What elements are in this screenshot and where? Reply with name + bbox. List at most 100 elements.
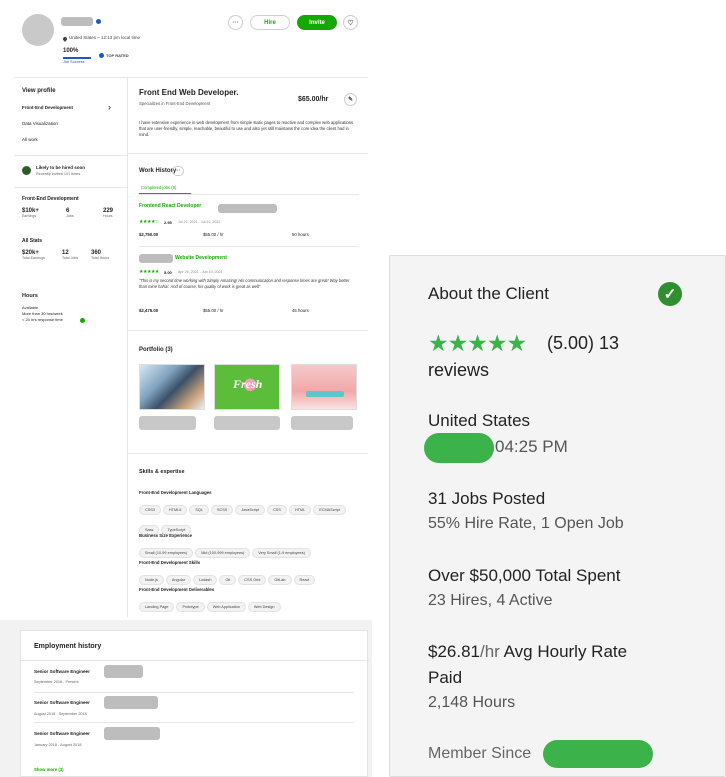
work-history-more-button[interactable]: ···: [172, 166, 184, 176]
employment-dates: September 2018 - Present: [34, 680, 79, 684]
skill-chip[interactable]: ECMAScript: [313, 505, 346, 515]
portfolio-title: Portfolio (3): [139, 347, 173, 353]
portfolio-thumbnail[interactable]: Fresh: [214, 364, 280, 410]
sidebar-item-label: Front-End Development: [22, 105, 74, 110]
tab-divider: [139, 194, 359, 195]
all-stat-hours: 360 Total Hours: [91, 250, 109, 260]
edit-rate-button[interactable]: ✎: [344, 93, 357, 106]
tab-completed-jobs[interactable]: Completed jobs (6): [141, 185, 176, 190]
skill-chip[interactable]: HTML5: [162, 505, 188, 515]
skill-chip[interactable]: CSS: [267, 505, 287, 515]
skill-chip[interactable]: React: [293, 575, 316, 585]
hire-button[interactable]: Hire: [250, 15, 290, 30]
job-rate: $55.00 / hr: [203, 232, 224, 237]
more-options-button[interactable]: ···: [228, 15, 243, 30]
client-member-since-redacted: [543, 740, 653, 768]
skill-chip[interactable]: Git: [219, 575, 237, 585]
response-time: < 24 hrs response time: [22, 317, 63, 322]
portfolio-thumbnail[interactable]: [291, 364, 357, 410]
employment-divider: [21, 660, 369, 661]
job-hours: 50 hours: [292, 232, 309, 237]
skill-chip[interactable]: Node.js: [139, 575, 164, 585]
skill-chip[interactable]: Web Design: [247, 602, 281, 612]
skill-chip[interactable]: SQL: [189, 505, 209, 515]
employment-entry: Senior Software Engineer September 2018 …: [34, 665, 354, 687]
job-title[interactable]: Website Development: [175, 255, 227, 261]
employment-role: Senior Software Engineer: [34, 669, 90, 674]
job-item: Frontend React Developer ★★★★☆ 2.95 Jul …: [139, 202, 359, 246]
skill-chip[interactable]: Angular: [165, 575, 191, 585]
skill-chip[interactable]: CSS Grid: [238, 575, 267, 585]
header-divider: [14, 77, 368, 78]
fed-stat-hours: 229 Hours: [103, 208, 113, 218]
skill-chips: Node.js Angular Lodash Git CSS Grid GitLab Rea…: [139, 568, 367, 588]
skill-chips: CSS3 HTML5 SQL SCSS JavaScript CSS HTML ECMAScr…: [139, 498, 367, 538]
skill-chips: Small (10-99 employees) Mid (100-999 empl…: [139, 541, 367, 561]
job-company-redacted: [218, 204, 277, 213]
job-success-value: 100%: [63, 48, 79, 54]
verified-icon: [96, 19, 101, 24]
skill-chip[interactable]: Mid (100-999 employees): [195, 548, 251, 558]
employment-role: Senior Software Engineer: [34, 700, 90, 705]
client-city-redacted: [424, 433, 494, 463]
skill-group: Front-End Development Skills Node.js Angu…: [139, 560, 367, 588]
client-member-since-label: Member Since: [428, 745, 532, 762]
all-stat-earnings: $20k+ Total Earnings: [22, 250, 45, 260]
hourly-rate: $65.00/hr: [298, 96, 329, 103]
skill-chip[interactable]: GitLab: [268, 575, 292, 585]
skill-chip[interactable]: Web Application: [206, 602, 246, 612]
portfolio-thumbnail-logo: Fresh: [233, 377, 263, 391]
fed-stat-jobs: 6 Jobs: [66, 208, 74, 218]
skill-chip[interactable]: JavaScript: [235, 505, 266, 515]
employment-entry: Senior Software Engineer January 2018 - …: [34, 727, 354, 749]
portfolio-caption-redacted: [291, 416, 353, 430]
profile-panel: United States – 12:13 pm local time 100%…: [0, 0, 372, 777]
portfolio-thumbnail[interactable]: [139, 364, 205, 410]
skill-chip[interactable]: Prototype: [176, 602, 205, 612]
skill-chip[interactable]: HTML: [288, 505, 312, 515]
payment-verified-icon: ✓: [658, 282, 682, 306]
job-review-quote: "This is my second time working with Sim…: [139, 278, 350, 289]
skill-chip[interactable]: CSS3: [139, 505, 161, 515]
fed-stats-title: Front-End Development: [22, 196, 79, 202]
chevron-right-icon: ›: [108, 102, 111, 112]
profile-title: Front End Web Developer.: [139, 88, 239, 97]
main-divider-1: [127, 153, 368, 154]
job-earned: $2,750.00: [139, 232, 159, 237]
avg-rate-unit: /hr: [480, 642, 500, 661]
view-profile-heading: View profile: [22, 88, 56, 94]
skill-group-title: Front-End Development Languages: [139, 490, 212, 495]
sidebar-divider: [127, 77, 128, 617]
skills-title: Skills & expertise: [139, 469, 185, 475]
skill-chip[interactable]: Very Small (1-9 employees): [252, 548, 311, 558]
fed-stat-earnings: $10k+ Earnings: [22, 208, 39, 218]
employment-company-redacted: [104, 696, 158, 709]
job-rating: 2.95: [164, 220, 172, 225]
job-rating: 5.00: [164, 270, 172, 275]
show-more-link[interactable]: Show more (3): [34, 767, 64, 772]
employment-entry-divider: [34, 722, 354, 723]
sidebar-divider-2: [14, 187, 127, 188]
client-local-time: 04:25 PM: [495, 437, 568, 456]
likely-hired-title: Likely to be hired soon: [36, 165, 86, 170]
sidebar-item-data-visualization[interactable]: Data Visualization: [22, 121, 58, 126]
job-stars: ★★★★★: [139, 269, 159, 275]
skill-chip[interactable]: Small (10-99 employees): [139, 548, 194, 558]
skill-chip[interactable]: Lodash: [192, 575, 218, 585]
sidebar-item-all-work[interactable]: All work: [22, 137, 38, 142]
client-avg-rate-paid: Paid: [428, 668, 463, 687]
client-stars: ★★★★★: [428, 330, 527, 356]
skill-group-title: Front-End Development Skills: [139, 560, 201, 565]
job-title[interactable]: Frontend React Developer: [139, 203, 201, 209]
main-divider-3: [127, 453, 368, 454]
sidebar-item-front-end[interactable]: Front-End Development ›: [22, 102, 120, 114]
job-divider: [139, 246, 359, 247]
skill-chips: Landing Page Prototype Web Application Web …: [139, 595, 367, 615]
invite-button[interactable]: Invite: [297, 15, 337, 30]
sidebar-divider-1: [14, 155, 127, 156]
skill-chip[interactable]: SCSS: [210, 505, 234, 515]
skill-chip[interactable]: Landing Page: [139, 602, 175, 612]
employment-dates: August 2018 - September 2018: [34, 712, 87, 716]
client-hires: 23 Hires, 4 Active: [428, 592, 553, 609]
favorite-button[interactable]: ♡: [343, 15, 358, 30]
